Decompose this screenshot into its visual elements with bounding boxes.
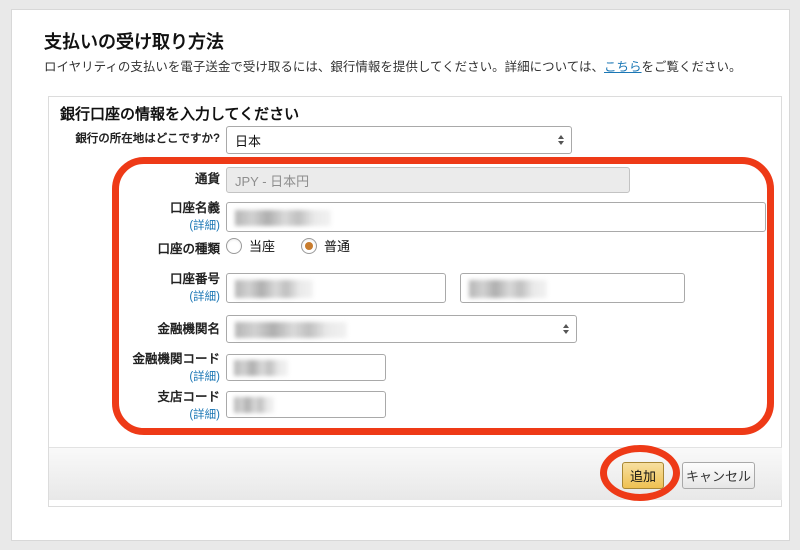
account-name-detail-link[interactable]: (詳細) (32, 218, 220, 234)
branch-code-input[interactable] (226, 391, 386, 418)
footer-action-bar (49, 447, 782, 500)
cancel-button[interactable]: キャンセル (682, 462, 755, 489)
bank-code-detail-link[interactable]: (詳細) (32, 369, 220, 385)
details-here-link[interactable]: こちら (604, 60, 642, 74)
currency-input: JPY - 日本円 (226, 167, 630, 193)
bank-code-label: 金融機関コード (詳細) (32, 351, 220, 385)
currency-value: JPY - 日本円 (235, 173, 310, 189)
bank-name-label: 金融機関名 (157, 322, 220, 336)
bank-code-label-text: 金融機関コード (132, 352, 220, 366)
branch-code-redacted-value (234, 397, 274, 413)
select-stepper-icon (558, 135, 564, 145)
account-name-label-text: 口座名義 (169, 201, 220, 215)
branch-code-detail-link[interactable]: (詳細) (32, 407, 220, 423)
page-title: 支払いの受け取り方法 (44, 32, 224, 52)
bank-location-selected-value: 日本 (235, 133, 262, 149)
bank-name-redacted-value (235, 322, 347, 338)
bank-code-input[interactable] (226, 354, 386, 381)
account-number-1-redacted-value (235, 280, 313, 298)
bank-code-redacted-value (234, 360, 288, 376)
bank-name-select[interactable] (226, 315, 577, 343)
account-number-input-2[interactable] (460, 273, 685, 303)
add-button[interactable]: 追加 (622, 462, 664, 489)
account-name-input[interactable] (226, 202, 766, 232)
subtitle-text-after: をご覧ください。 (641, 60, 742, 74)
account-number-2-redacted-value (469, 280, 547, 298)
branch-code-label-text: 支店コード (157, 390, 220, 404)
account-number-detail-link[interactable]: (詳細) (32, 289, 220, 305)
radio-option-touza[interactable]: 当座 (226, 236, 275, 255)
select-stepper-icon (563, 324, 569, 334)
bank-location-label: 銀行の所在地はどこですか? (75, 133, 220, 145)
page-subtitle: ロイヤリティの支払いを電子送金で受け取るには、銀行情報を提供してください。詳細に… (44, 56, 742, 75)
radio-option-futsuu[interactable]: 普通 (301, 236, 350, 255)
radio-unselected-icon[interactable] (226, 237, 242, 254)
radio-selected-icon[interactable] (301, 237, 318, 254)
content-card: 支払いの受け取り方法 ロイヤリティの支払いを電子送金で受け取るには、銀行情報を提… (12, 10, 789, 540)
panel-title: 銀行口座の情報を入力してください (60, 106, 300, 123)
account-number-label-text: 口座番号 (169, 272, 220, 286)
account-type-radio-group: 当座 普通 (226, 236, 350, 255)
branch-code-label: 支店コード (詳細) (32, 389, 220, 423)
account-number-input-1[interactable] (226, 273, 446, 303)
account-name-redacted-value (235, 210, 331, 226)
account-type-label: 口座の種類 (157, 242, 220, 256)
subtitle-text-before: ロイヤリティの支払いを電子送金で受け取るには、銀行情報を提供してください。詳細に… (44, 60, 605, 74)
account-name-label: 口座名義 (詳細) (32, 200, 220, 234)
account-number-label: 口座番号 (詳細) (32, 271, 220, 305)
radio-touza-label: 当座 (249, 239, 276, 254)
radio-futsuu-label: 普通 (324, 239, 351, 254)
bank-location-select[interactable]: 日本 (226, 126, 572, 154)
currency-label: 通貨 (194, 172, 220, 186)
